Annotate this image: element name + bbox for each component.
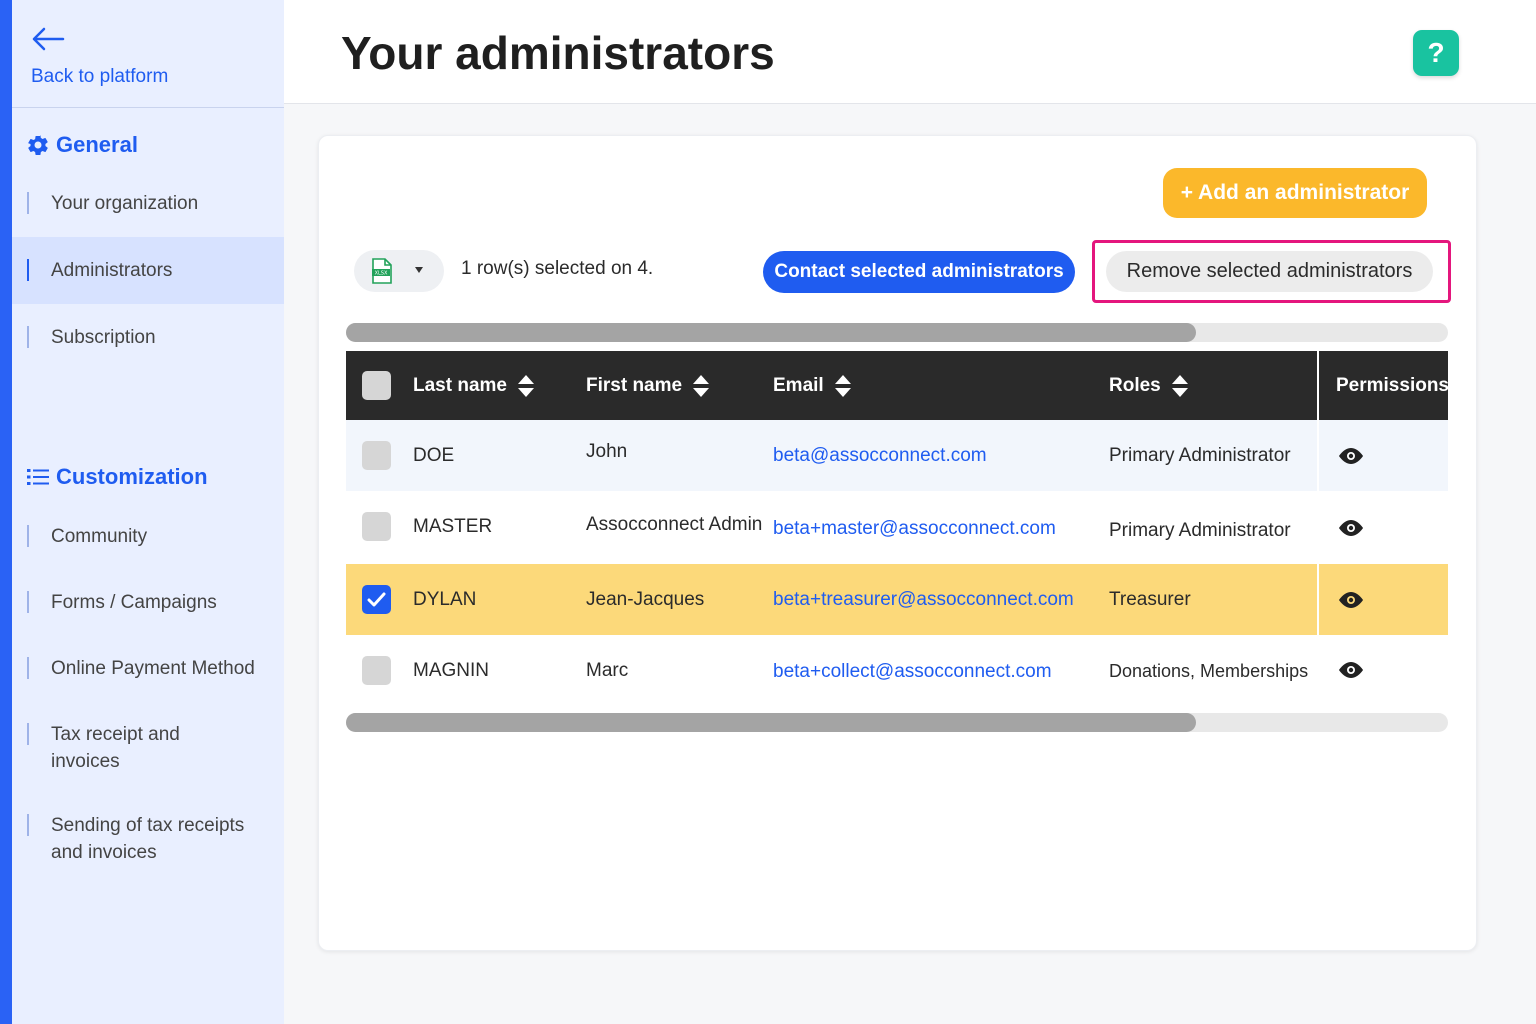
sidebar-item-tax-receipt-invoices[interactable]: Tax receipt and invoices: [12, 721, 284, 777]
row-checkbox[interactable]: [362, 512, 391, 541]
selection-count: 1 row(s) selected on 4.: [461, 258, 654, 279]
eye-icon[interactable]: [1337, 447, 1365, 465]
cell-role: Donations, Memberships: [1109, 661, 1309, 681]
row-checkbox[interactable]: [362, 441, 391, 470]
nav-indicator: [27, 259, 29, 281]
page-header: Your administrators ?: [284, 0, 1536, 104]
horizontal-scrollbar-bottom[interactable]: [346, 713, 1448, 732]
cell-first-name: Marc: [586, 659, 629, 681]
nav-indicator: [27, 591, 29, 613]
nav-indicator: [27, 657, 29, 679]
column-label: Email: [773, 374, 824, 396]
table-row-selected[interactable]: DYLAN Jean-Jacques beta+treasurer@assocc…: [346, 564, 1448, 635]
sidebar-item-administrators[interactable]: Administrators: [12, 237, 284, 304]
sort-icon: [693, 374, 710, 397]
horizontal-scrollbar-top[interactable]: [346, 323, 1448, 342]
back-to-platform-link[interactable]: Back to platform: [31, 20, 284, 108]
column-header-roles[interactable]: Roles: [1109, 351, 1189, 420]
row-checkbox-checked[interactable]: [362, 585, 391, 614]
permissions-column-divider: [1317, 351, 1319, 706]
cell-last-name: MAGNIN: [413, 659, 489, 681]
column-label: Last name: [413, 374, 507, 396]
eye-icon[interactable]: [1337, 661, 1365, 679]
cell-first-name: Jean-Jacques: [586, 588, 705, 610]
eye-icon[interactable]: [1337, 591, 1365, 609]
sidebar-item-community[interactable]: Community: [12, 523, 284, 553]
sidebar: Back to platform General Your organizati…: [0, 0, 284, 1024]
cell-first-name: Assocconnect Admin: [586, 513, 763, 535]
select-all-checkbox[interactable]: [362, 371, 391, 400]
sort-icon: [834, 374, 851, 397]
column-label: Permissions: [1336, 374, 1449, 396]
section-title-customization: Customization: [26, 464, 208, 490]
section-title-general-label: General: [56, 132, 138, 157]
nav-indicator: [27, 814, 29, 836]
add-administrator-button[interactable]: + Add an administrator: [1163, 168, 1427, 218]
sidebar-item-label: Sending of tax receipts and invoices: [51, 815, 245, 863]
arrow-left-icon: [32, 27, 65, 51]
cell-email-link[interactable]: beta+collect@assocconnect.com: [773, 636, 1052, 707]
list-icon: [27, 469, 49, 485]
sidebar-item-forms-campaigns[interactable]: Forms / Campaigns: [12, 589, 284, 619]
sidebar-item-label: Your organization: [51, 193, 199, 214]
gear-icon: [28, 135, 48, 156]
column-label: First name: [586, 374, 683, 396]
row-checkbox[interactable]: [362, 656, 391, 685]
sidebar-item-sending-tax-receipts[interactable]: Sending of tax receipts and invoices: [12, 812, 284, 868]
remove-selected-button[interactable]: Remove selected administrators: [1106, 251, 1433, 292]
sidebar-item-label: Administrators: [51, 260, 173, 281]
table-row[interactable]: MAGNIN Marc beta+collect@assocconnect.co…: [346, 635, 1448, 706]
nav-indicator: [27, 525, 29, 547]
nav-indicator: [27, 326, 29, 348]
sort-icon: [1171, 374, 1188, 397]
administrators-card: + Add an administrator XLSX 1 row(s) sel…: [318, 135, 1477, 951]
table-row[interactable]: DOE John beta@assocconnect.com Primary A…: [346, 420, 1448, 491]
column-header-permissions: Permissions: [1336, 351, 1449, 420]
caret-down-icon: [415, 267, 423, 273]
sidebar-item-label: Community: [51, 526, 148, 547]
scrollbar-thumb[interactable]: [346, 323, 1196, 342]
sidebar-item-label: Subscription: [51, 327, 156, 348]
cell-last-name: MASTER: [413, 515, 493, 537]
cell-role: Primary Administrator: [1109, 444, 1291, 466]
xlsx-badge-text: XLSX: [375, 271, 388, 277]
sidebar-item-label: Forms / Campaigns: [51, 592, 217, 613]
back-to-platform-label: Back to platform: [31, 66, 169, 87]
cell-last-name: DYLAN: [413, 588, 477, 610]
section-title-general: General: [26, 132, 138, 158]
sidebar-item-online-payment-method[interactable]: Online Payment Method: [12, 655, 284, 685]
table-header: Last name First name Email Roles Permiss…: [346, 351, 1449, 420]
eye-icon[interactable]: [1337, 519, 1365, 537]
xlsx-file-icon: XLSX: [372, 258, 392, 284]
column-header-first-name[interactable]: First name: [586, 351, 710, 420]
page-title: Your administrators: [341, 27, 775, 79]
column-header-last-name[interactable]: Last name: [413, 351, 535, 420]
cell-email-link[interactable]: beta+treasurer@assocconnect.com: [773, 564, 1074, 635]
cell-first-name: John: [586, 440, 628, 462]
cell-role: Treasurer: [1109, 588, 1191, 610]
nav-indicator: [27, 723, 29, 745]
sidebar-divider: [12, 107, 284, 108]
sidebar-item-label: Online Payment Method: [51, 658, 255, 679]
help-button[interactable]: ?: [1413, 30, 1459, 76]
table-row[interactable]: MASTER Assocconnect Admin beta+master@as…: [346, 491, 1448, 562]
question-mark-icon: ?: [1427, 37, 1445, 68]
export-dropdown[interactable]: XLSX: [354, 250, 444, 292]
cell-email-link[interactable]: beta@assocconnect.com: [773, 420, 987, 491]
column-label: Roles: [1109, 374, 1161, 396]
scrollbar-thumb[interactable]: [346, 713, 1196, 732]
sidebar-item-subscription[interactable]: Subscription: [12, 324, 284, 354]
column-header-email[interactable]: Email: [773, 351, 852, 420]
cell-last-name: DOE: [413, 444, 455, 466]
section-title-customization-label: Customization: [56, 464, 208, 489]
contact-selected-button[interactable]: Contact selected administrators: [763, 251, 1075, 293]
sidebar-item-label: Tax receipt and invoices: [51, 724, 180, 772]
sidebar-item-your-organization[interactable]: Your organization: [12, 190, 284, 220]
sort-icon: [517, 374, 534, 397]
nav-indicator: [27, 192, 29, 214]
checkmark-icon: [367, 592, 386, 607]
cell-role: Primary Administrator: [1109, 519, 1291, 541]
cell-email-link[interactable]: beta+master@assocconnect.com: [773, 493, 1056, 564]
